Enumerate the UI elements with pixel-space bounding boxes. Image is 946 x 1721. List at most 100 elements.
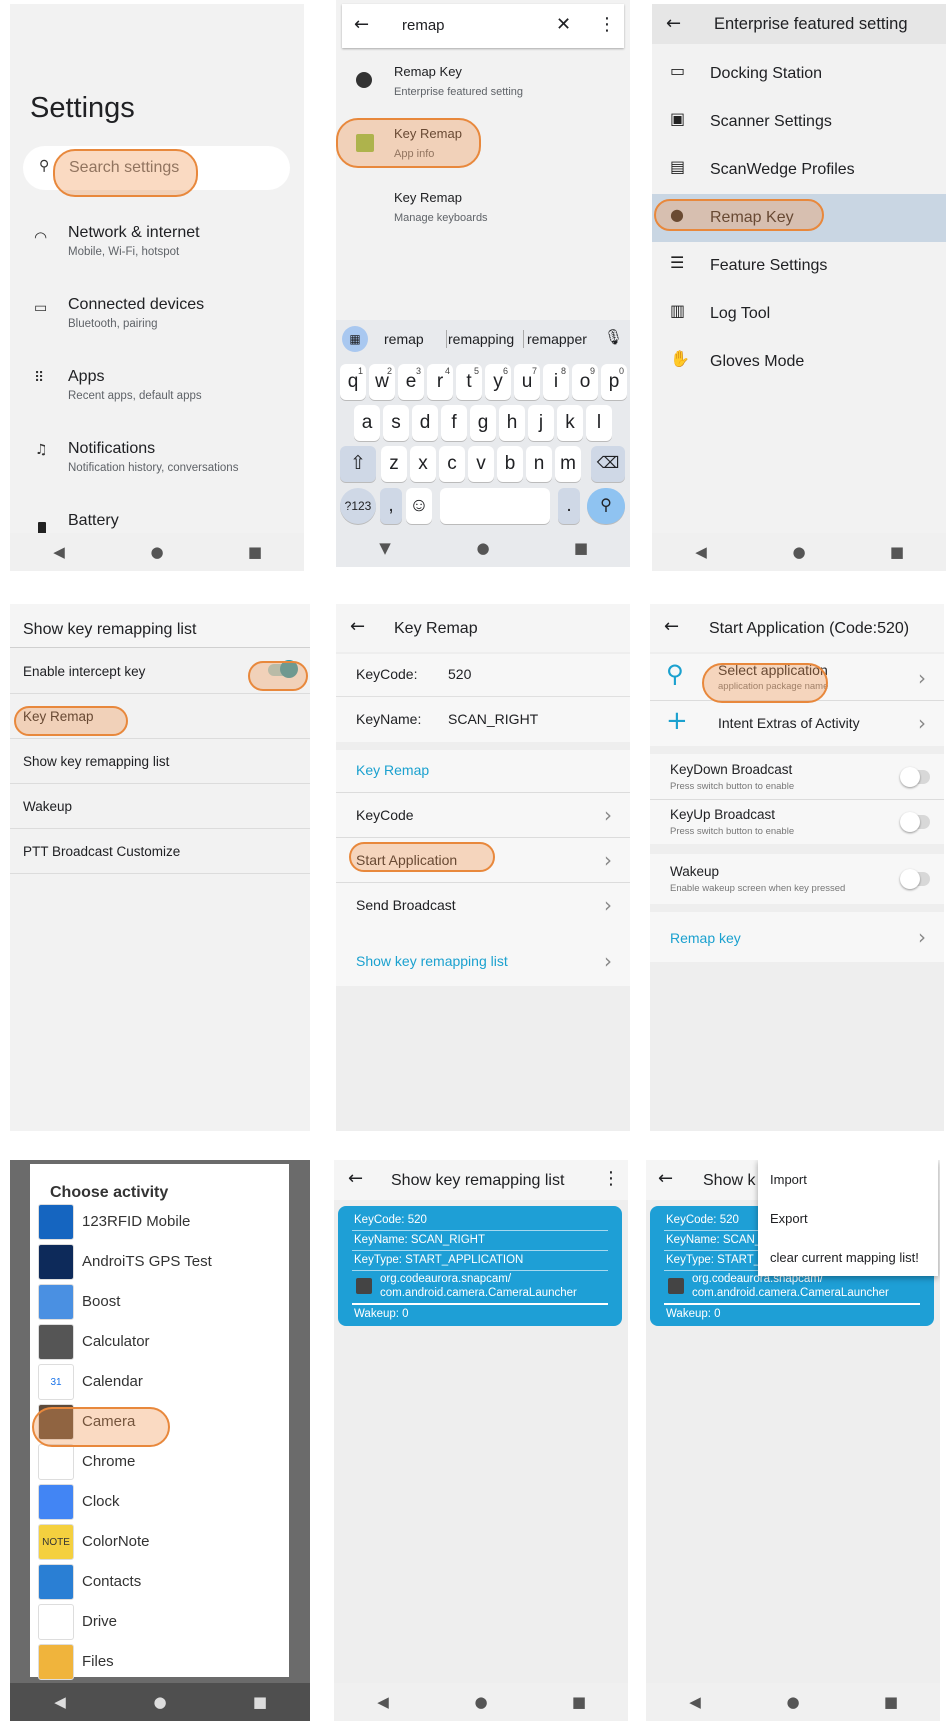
select-application[interactable]: ⚲ Select application application package…	[650, 654, 944, 700]
home-icon[interactable]: ●	[773, 1693, 813, 1711]
option-send-broadcast[interactable]: Send Broadcast ›	[336, 883, 630, 927]
key-b[interactable]: b	[497, 446, 523, 482]
home-icon[interactable]: ●	[779, 543, 819, 561]
key-c[interactable]: c	[439, 446, 465, 482]
option-keycode[interactable]: KeyCode ›	[336, 793, 630, 837]
key-t[interactable]: t5	[456, 364, 482, 400]
key-l[interactable]: l	[586, 405, 612, 441]
back-arrow-icon[interactable]: ←	[350, 616, 365, 637]
key-y[interactable]: y6	[485, 364, 511, 400]
app-item-files[interactable]: Files	[30, 1642, 289, 1682]
settings-item-connected[interactable]: ▭ Connected devices Bluetooth, pairing	[10, 292, 304, 352]
key-j[interactable]: j	[528, 405, 554, 441]
symbols-key[interactable]: ?123	[340, 488, 376, 524]
settings-item-network[interactable]: ◠ Network & internet Mobile, Wi-Fi, hots…	[10, 220, 304, 280]
key-f[interactable]: f	[441, 405, 467, 441]
toggle-keydown[interactable]: KeyDown Broadcast Press switch button to…	[650, 754, 944, 799]
key-q[interactable]: q1	[340, 364, 366, 400]
key-s[interactable]: s	[383, 405, 409, 441]
recents-icon[interactable]: ■	[240, 1693, 280, 1711]
recents-icon[interactable]: ■	[561, 539, 601, 557]
key-v[interactable]: v	[468, 446, 494, 482]
home-icon[interactable]: ●	[140, 1693, 180, 1711]
toggle-keyup[interactable]: KeyUp Broadcast Press switch button to e…	[650, 799, 944, 844]
key-m[interactable]: m	[555, 446, 581, 482]
mapping-card[interactable]: KeyCode: 520 KeyName: SCAN_RIGHT KeyType…	[338, 1206, 622, 1326]
mic-icon[interactable]: 🎙	[604, 328, 623, 346]
key-w[interactable]: w2	[369, 364, 395, 400]
back-icon[interactable]: ◀	[39, 543, 79, 561]
app-item-androits-gps-test[interactable]: AndroiTS GPS Test	[30, 1242, 289, 1282]
recents-icon[interactable]: ■	[877, 543, 917, 561]
option-start-application[interactable]: Start Application ›	[336, 838, 630, 882]
home-icon[interactable]: ●	[463, 539, 503, 557]
toggle-wakeup[interactable]: Wakeup Enable wakeup screen when key pre…	[650, 854, 944, 904]
suggestion-3[interactable]: remapper	[527, 331, 587, 347]
overflow-menu-icon[interactable]: ⋮	[602, 1168, 620, 1189]
key-d[interactable]: d	[412, 405, 438, 441]
key-a[interactable]: a	[354, 405, 380, 441]
shift-key[interactable]: ⇧	[340, 446, 376, 482]
recents-icon[interactable]: ■	[235, 543, 275, 561]
key-k[interactable]: k	[557, 405, 583, 441]
app-item-drive[interactable]: Drive	[30, 1602, 289, 1642]
remap-key-link[interactable]: Remap key ›	[650, 912, 944, 962]
feature-item-gloves-mode[interactable]: ✋ Gloves Mode	[652, 338, 946, 386]
menu-item-import[interactable]: Import	[770, 1172, 807, 1187]
app-item-boost[interactable]: Boost	[30, 1282, 289, 1322]
search-key[interactable]: ⚲	[587, 488, 625, 524]
feature-item-remap-key[interactable]: ● Remap Key	[652, 194, 946, 242]
app-item-chrome[interactable]: Chrome	[30, 1442, 289, 1482]
search-query[interactable]: remap	[402, 17, 445, 34]
settings-item-apps[interactable]: ⠿ Apps Recent apps, default apps	[10, 364, 304, 424]
settings-item-notifications[interactable]: ♫ Notifications Notification history, co…	[10, 436, 304, 496]
back-icon[interactable]: ◀	[681, 543, 721, 561]
key-p[interactable]: p0	[601, 364, 627, 400]
back-arrow-icon[interactable]: ←	[664, 616, 679, 637]
key-n[interactable]: n	[526, 446, 552, 482]
app-item-colornote[interactable]: NOTE ColorNote	[30, 1522, 289, 1562]
emoji-key[interactable]: ☺	[406, 488, 432, 524]
key-z[interactable]: z	[381, 446, 407, 482]
back-icon[interactable]: ◀	[363, 1693, 403, 1711]
list-item-show-list[interactable]: Show key remapping list	[10, 739, 310, 784]
feature-item-scanner-settings[interactable]: ▣ Scanner Settings	[652, 98, 946, 146]
space-key[interactable]	[440, 488, 550, 524]
key-e[interactable]: e3	[398, 364, 424, 400]
list-item-key-remap[interactable]: Key Remap	[10, 694, 310, 739]
list-item-wakeup[interactable]: Wakeup	[10, 784, 310, 829]
key-i[interactable]: i8	[543, 364, 569, 400]
key-u[interactable]: u7	[514, 364, 540, 400]
back-icon[interactable]: ◀	[40, 1693, 80, 1711]
app-item-camera[interactable]: Camera	[30, 1402, 289, 1442]
overflow-menu-icon[interactable]: ⋮	[598, 14, 616, 35]
list-item-ptt[interactable]: PTT Broadcast Customize	[10, 829, 310, 874]
backspace-key[interactable]: ⌫	[591, 446, 625, 482]
menu-item-export[interactable]: Export	[770, 1211, 808, 1226]
period-key[interactable]: .	[558, 488, 580, 524]
recents-icon[interactable]: ■	[559, 1693, 599, 1711]
list-item-enable-intercept[interactable]: Enable intercept key	[10, 648, 310, 693]
search-bar[interactable]: ⚲ Search settings	[23, 146, 290, 190]
feature-item-log-tool[interactable]: ▥ Log Tool	[652, 290, 946, 338]
key-g[interactable]: g	[470, 405, 496, 441]
key-o[interactable]: o9	[572, 364, 598, 400]
wakeup-switch[interactable]	[900, 869, 930, 889]
home-icon[interactable]: ●	[461, 1693, 501, 1711]
result-remap-key[interactable]: Remap Key Enterprise featured setting	[336, 58, 630, 108]
home-icon[interactable]: ●	[137, 543, 177, 561]
keydown-switch[interactable]	[900, 767, 930, 787]
app-item-calendar[interactable]: 31 Calendar	[30, 1362, 289, 1402]
back-arrow-icon[interactable]: ←	[348, 1168, 363, 1189]
show-list-link[interactable]: Show key remapping list ›	[336, 936, 630, 986]
back-arrow-icon[interactable]: ←	[354, 14, 369, 35]
collapse-keyboard-icon[interactable]: ▼	[365, 539, 405, 557]
comma-key[interactable]: ,	[380, 488, 402, 524]
back-arrow-icon[interactable]: ←	[666, 13, 681, 34]
suggestion-1[interactable]: remap	[384, 331, 424, 347]
feature-item-docking-station[interactable]: ▭ Docking Station	[652, 50, 946, 98]
back-arrow-icon[interactable]: ←	[658, 1168, 673, 1189]
app-item-123rfid-mobile[interactable]: 123RFID Mobile	[30, 1202, 289, 1242]
recents-icon[interactable]: ■	[871, 1693, 911, 1711]
suggestion-2[interactable]: remapping	[448, 331, 514, 347]
